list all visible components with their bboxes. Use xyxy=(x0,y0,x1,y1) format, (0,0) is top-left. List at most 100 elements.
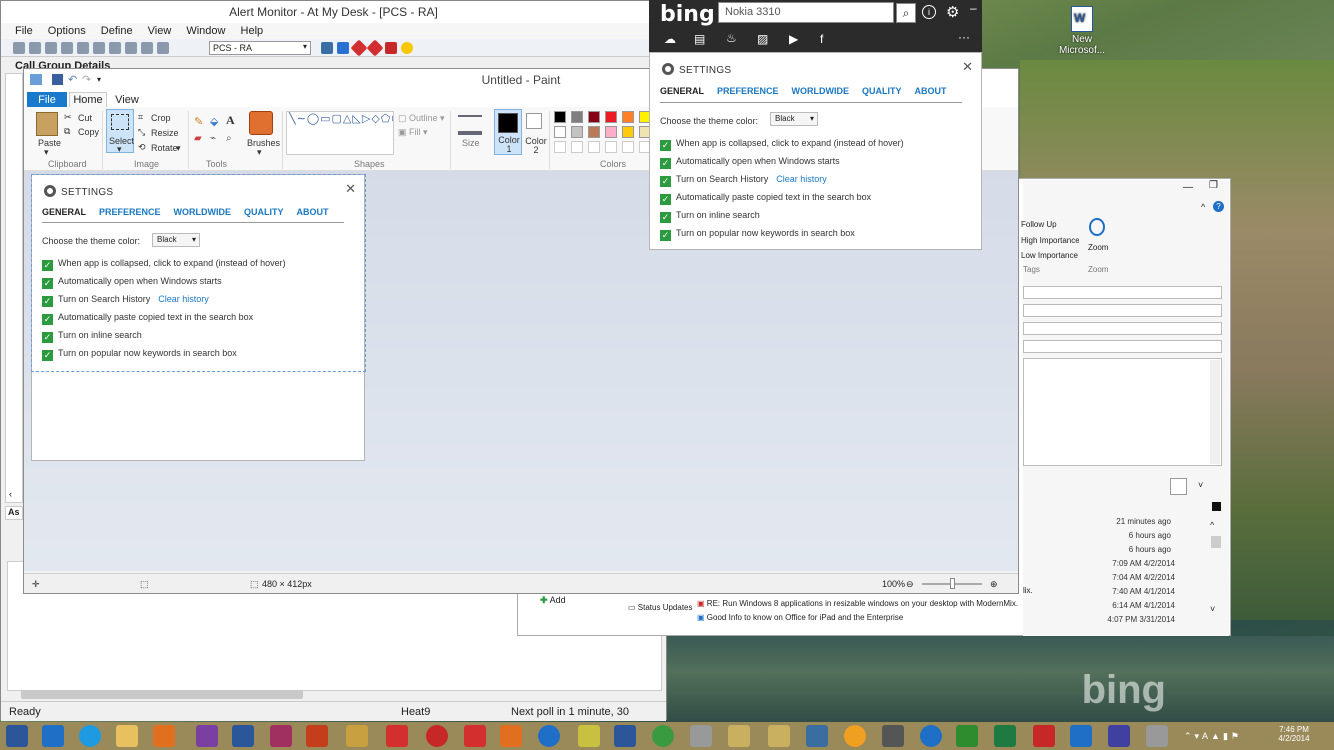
settings-app-icon[interactable] xyxy=(1108,725,1130,747)
fill-button[interactable]: ▣ Fill ▾ xyxy=(398,127,428,138)
empty-color-swatch[interactable] xyxy=(622,141,634,153)
eraser-icon[interactable]: ▰ xyxy=(194,133,202,144)
tag-icon[interactable] xyxy=(385,42,397,54)
cut-button[interactable]: Cut xyxy=(78,113,92,123)
info-icon[interactable]: i xyxy=(922,5,936,19)
menu-options[interactable]: Options xyxy=(42,23,92,39)
clear-history-link[interactable]: Clear history xyxy=(158,294,209,304)
facebook-icon[interactable]: f xyxy=(820,32,823,46)
undo-icon[interactable]: ↶ xyxy=(68,73,77,86)
news-icon[interactable]: ▤ xyxy=(694,32,705,46)
mail-item[interactable]: ▣ Good Info to know on Office for iPad a… xyxy=(697,613,903,622)
copy-tool-icon[interactable] xyxy=(29,42,41,54)
notes-icon[interactable] xyxy=(768,725,790,747)
tab-view[interactable]: View xyxy=(112,92,142,108)
checkbox-checked-icon[interactable]: ✓ xyxy=(660,212,671,223)
option-collapse-expand[interactable]: ✓ When app is collapsed, click to expand … xyxy=(660,136,904,151)
outline-button[interactable]: ▢ Outline ▾ xyxy=(398,113,445,124)
high-importance-button[interactable]: High Importance xyxy=(1021,236,1079,245)
orange-app-icon[interactable] xyxy=(844,725,866,747)
option-collapse-expand[interactable]: ✓ When app is collapsed, click to expand … xyxy=(42,256,286,271)
body-scrollbar[interactable] xyxy=(1210,360,1220,464)
check-tool-icon[interactable] xyxy=(141,42,153,54)
option-auto-paste[interactable]: ✓ Automatically paste copied text in the … xyxy=(42,310,253,325)
file-explorer-icon[interactable] xyxy=(116,725,138,747)
chevron-left-icon[interactable]: ‹ xyxy=(9,489,12,499)
message-body[interactable] xyxy=(1023,358,1222,466)
color-picker-icon[interactable]: ⌁ xyxy=(210,133,216,144)
tab-file[interactable]: File xyxy=(27,92,67,108)
size-button[interactable]: Size xyxy=(462,138,480,148)
empty-color-swatch[interactable] xyxy=(571,141,583,153)
more-icon[interactable]: ··· xyxy=(958,30,970,44)
empty-color-swatch[interactable] xyxy=(605,141,617,153)
checkbox-checked-icon[interactable]: ✓ xyxy=(42,296,53,307)
user-tool-icon[interactable] xyxy=(77,42,89,54)
tab-preference[interactable]: PREFERENCE xyxy=(99,207,161,217)
option-inline-search[interactable]: ✓ Turn on inline search xyxy=(660,208,760,223)
media-center-icon[interactable] xyxy=(920,725,942,747)
checkbox-checked-icon[interactable]: ✓ xyxy=(660,230,671,241)
tab-about[interactable]: ABOUT xyxy=(915,86,947,96)
bcc-field[interactable] xyxy=(1023,322,1222,335)
alert-diamond-icon[interactable] xyxy=(350,39,368,57)
scroll-down-icon[interactable]: ˅ xyxy=(1210,604,1215,614)
crop-button[interactable]: Crop xyxy=(151,113,171,123)
close-icon[interactable] xyxy=(1212,502,1221,511)
clock-tool-icon[interactable] xyxy=(125,42,137,54)
color-swatch[interactable] xyxy=(571,126,583,138)
collapse-ribbon-icon[interactable]: ^ xyxy=(1201,202,1205,212)
outlook-icon[interactable] xyxy=(153,725,175,747)
option-search-history[interactable]: ✓ Turn on Search History Clear history xyxy=(660,172,827,187)
media-icon[interactable] xyxy=(500,725,522,747)
color-swatch[interactable] xyxy=(622,111,634,123)
option-auto-open[interactable]: ✓ Automatically open when Windows starts xyxy=(660,154,840,169)
grid-icon[interactable] xyxy=(321,42,333,54)
chevron-down-icon[interactable]: ˅ xyxy=(1198,480,1203,490)
to-field[interactable] xyxy=(1023,286,1222,299)
brush-icon[interactable] xyxy=(249,111,273,135)
menu-file[interactable]: File xyxy=(1,23,39,39)
pencil-icon[interactable]: ✎ xyxy=(194,115,203,128)
acrobat-icon[interactable] xyxy=(386,725,408,747)
color-swatch[interactable] xyxy=(588,126,600,138)
tab-preference[interactable]: PREFERENCE xyxy=(717,86,779,96)
system-tray-icons[interactable]: ⌃▾A▲▮⚑ xyxy=(1184,731,1254,743)
checkbox-checked-icon[interactable]: ✓ xyxy=(660,158,671,169)
mail-icon[interactable] xyxy=(1070,725,1092,747)
tab-worldwide[interactable]: WORLDWIDE xyxy=(792,86,850,96)
option-popular-keywords[interactable]: ✓ Turn on popular now keywords in search … xyxy=(660,226,855,241)
word-icon[interactable] xyxy=(232,725,254,747)
color2-swatch[interactable] xyxy=(526,113,542,129)
weather-icon[interactable]: ☁ xyxy=(664,32,676,46)
theme-select[interactable]: Black xyxy=(770,112,818,126)
close-icon[interactable]: ✕ xyxy=(345,181,356,197)
paste-button[interactable]: Paste xyxy=(38,138,61,148)
option-inline-search[interactable]: ✓ Turn on inline search xyxy=(42,328,142,343)
menu-help[interactable]: Help xyxy=(235,23,270,39)
puzzle-icon[interactable] xyxy=(578,725,600,747)
access-icon[interactable] xyxy=(270,725,292,747)
checkbox-checked-icon[interactable]: ✓ xyxy=(42,332,53,343)
tab-general[interactable]: GENERAL xyxy=(42,207,86,217)
server-select[interactable]: PCS - RA xyxy=(209,41,311,55)
bing-app-icon[interactable] xyxy=(1033,725,1055,747)
tab-quality[interactable]: QUALITY xyxy=(862,86,902,96)
paint-taskbar-icon[interactable] xyxy=(1146,725,1168,747)
start-windows-icon[interactable] xyxy=(6,725,28,747)
save-icon[interactable] xyxy=(52,74,63,85)
excel-icon[interactable] xyxy=(994,725,1016,747)
desktop-icon-new-word-doc[interactable]: New Microsof... xyxy=(1052,6,1112,56)
internet-explorer-icon[interactable] xyxy=(79,725,101,747)
checkbox-checked-icon[interactable]: ✓ xyxy=(42,260,53,271)
color-swatch[interactable] xyxy=(554,126,566,138)
app-icon[interactable] xyxy=(690,725,712,747)
zoom-in-icon[interactable]: ⊕ xyxy=(990,574,998,594)
text-tool-icon[interactable]: A xyxy=(226,113,235,128)
zoom-slider-thumb[interactable] xyxy=(950,578,955,589)
minimize-icon[interactable]: – xyxy=(970,1,977,15)
device-tool-icon[interactable] xyxy=(157,42,169,54)
restore-icon[interactable]: ❐ xyxy=(1209,180,1218,191)
redo-icon[interactable]: ↷ xyxy=(82,73,91,86)
close-icon[interactable]: ✕ xyxy=(962,59,973,75)
